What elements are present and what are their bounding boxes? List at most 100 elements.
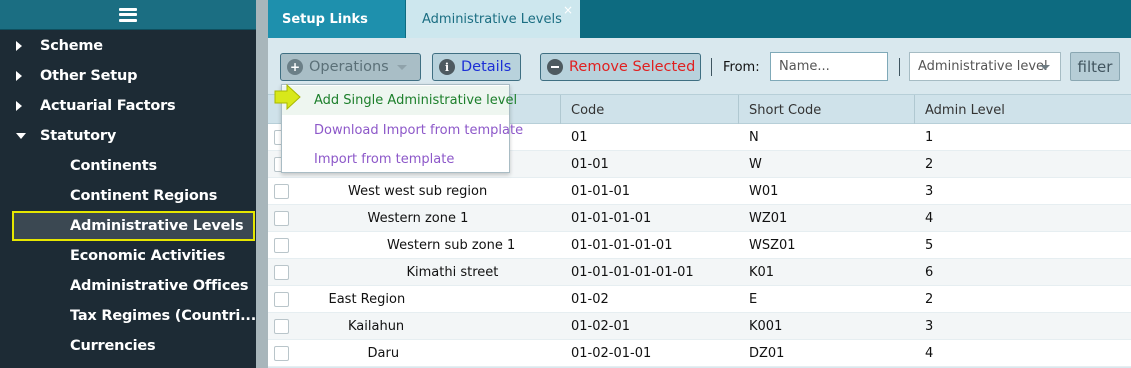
cell-short-code: WSZ01 (749, 238, 796, 253)
cell-admin-level: 4 (925, 346, 934, 361)
row-checkbox[interactable] (274, 346, 289, 361)
table-row[interactable]: Daru 01-02-01-01 DZ01 4 (268, 340, 1131, 367)
chevron-down-icon (396, 64, 407, 70)
sidebar-nav: Scheme Other Setup Actuarial Factors Sta… (0, 31, 256, 361)
cell-admin-level: 5 (925, 238, 934, 253)
sidebar-item-label: Statutory (40, 128, 117, 144)
row-checkbox[interactable] (274, 292, 289, 307)
table-row[interactable]: Western sub zone 1 01-01-01-01-01 WSZ01 5 (268, 232, 1131, 259)
cell-short-code: N (749, 130, 759, 145)
cell-short-code: WZ01 (749, 211, 788, 226)
row-checkbox[interactable] (274, 319, 289, 334)
remove-selected-button[interactable]: Remove Selected (540, 53, 701, 81)
menu-toggle-button[interactable] (0, 0, 256, 30)
sidebar-subitem-currencies[interactable]: Currencies (0, 331, 256, 361)
sidebar-item-label: Other Setup (40, 68, 138, 84)
sidebar-subitem-continent-regions[interactable]: Continent Regions (0, 181, 256, 211)
menu-item-download-import-template[interactable]: Download Import from template (282, 116, 523, 145)
filter-button[interactable]: filter (1070, 52, 1120, 81)
cell-name: Kailahun (348, 319, 405, 334)
minus-icon (547, 59, 563, 75)
filter-label: filter (1077, 57, 1113, 76)
cell-code: 01 (571, 130, 588, 145)
tab-label: Administrative Levels (422, 11, 562, 27)
cell-code: 01-01-01-01 (571, 211, 652, 226)
chevron-down-icon (16, 133, 32, 139)
table-row[interactable]: West west sub region 01-01-01 W01 3 (268, 178, 1131, 205)
cell-code: 01-01-01 (571, 184, 631, 199)
row-checkbox[interactable] (274, 211, 289, 226)
remove-selected-label: Remove Selected (569, 59, 696, 75)
name-search-input[interactable] (770, 52, 888, 81)
sidebar-item-statutory[interactable]: Statutory (0, 121, 256, 151)
cell-admin-level: 6 (925, 265, 934, 280)
operations-label: Operations (309, 59, 389, 75)
table-row[interactable]: Kailahun 01-02-01 K001 3 (268, 313, 1131, 340)
cell-short-code: E (749, 292, 758, 307)
column-header-short-code[interactable]: Short Code (738, 95, 914, 125)
chevron-right-icon (16, 71, 32, 81)
menu-item-add-single-administrative-level[interactable]: Add Single Administrative level (282, 86, 517, 115)
cell-admin-level: 4 (925, 211, 934, 226)
operations-button[interactable]: + Operations (280, 53, 421, 81)
sidebar-item-label: Actuarial Factors (40, 98, 176, 114)
toolbar-divider (711, 58, 712, 76)
cell-name: Kimathi street (406, 265, 499, 280)
table-row[interactable]: Western zone 1 01-01-01-01 WZ01 4 (268, 205, 1131, 232)
sidebar-item-actuarial-factors[interactable]: Actuarial Factors (0, 91, 256, 121)
column-header-admin-level[interactable]: Admin Level (914, 95, 1131, 125)
sidebar-item-other-setup[interactable]: Other Setup (0, 61, 256, 91)
row-checkbox[interactable] (274, 265, 289, 280)
cell-admin-level: 2 (925, 157, 934, 172)
cell-code: 01-01-01-01-01-01 (571, 265, 694, 280)
table-row[interactable]: Kimathi street 01-01-01-01-01-01 K01 6 (268, 259, 1131, 286)
sidebar-item-label: Scheme (40, 38, 103, 54)
row-checkbox[interactable] (274, 184, 289, 199)
cell-name: Western zone 1 (367, 211, 469, 226)
tab-administrative-levels[interactable]: Administrative Levels × (406, 0, 580, 38)
cell-short-code: W01 (749, 184, 779, 199)
cell-code: 01-02-01-01 (571, 346, 652, 361)
cell-short-code: K001 (749, 319, 783, 334)
cell-short-code: W (749, 157, 762, 172)
cell-admin-level: 3 (925, 319, 934, 334)
sidebar-subitem-label: Administrative Offices (70, 278, 249, 294)
details-label: Details (461, 59, 512, 75)
cell-short-code: K01 (749, 265, 775, 280)
cell-code: 01-02 (571, 292, 609, 307)
sidebar-subitem-continents[interactable]: Continents (0, 151, 256, 181)
details-button[interactable]: i Details (432, 53, 521, 81)
select-value: Administrative level (918, 59, 1048, 74)
toolbar-divider (899, 58, 900, 76)
pointer-arrow-icon (274, 83, 301, 111)
sidebar-item-scheme[interactable]: Scheme (0, 31, 256, 61)
sidebar-subitem-tax-regimes[interactable]: Tax Regimes (Countri... (0, 301, 256, 331)
administrative-level-select[interactable]: Administrative level (909, 52, 1061, 81)
sidebar-subitem-administrative-levels[interactable]: Administrative Levels (12, 211, 255, 241)
cell-short-code: DZ01 (749, 346, 785, 361)
cell-name: Western sub zone 1 (387, 238, 516, 253)
sidebar-splitter[interactable] (256, 0, 268, 368)
table-row[interactable]: East Region 01-02 E 2 (268, 286, 1131, 313)
column-header-code[interactable]: Code (560, 95, 738, 125)
sidebar-subitem-label: Economic Activities (70, 248, 226, 264)
cell-code: 01-01-01-01-01 (571, 238, 673, 253)
tab-label: Setup Links (282, 11, 368, 27)
from-label: From: (723, 60, 760, 75)
chevron-down-icon (1040, 65, 1050, 70)
sidebar-subitem-administrative-offices[interactable]: Administrative Offices (0, 271, 256, 301)
cell-name: West west sub region (348, 184, 488, 199)
info-icon: i (439, 59, 455, 75)
menu-item-import-from-template[interactable]: Import from template (282, 145, 509, 174)
sidebar-subitem-label: Continents (70, 158, 157, 174)
close-icon[interactable]: × (563, 3, 573, 17)
sidebar-subitem-label: Currencies (70, 338, 156, 354)
cell-admin-level: 2 (925, 292, 934, 307)
cell-name: East Region (328, 292, 406, 307)
tab-setup-links[interactable]: Setup Links (268, 0, 405, 38)
cell-name: Daru (367, 346, 400, 361)
operations-menu: Add Single Administrative level Download… (281, 84, 523, 174)
chevron-right-icon (16, 41, 32, 51)
row-checkbox[interactable] (274, 238, 289, 253)
sidebar-subitem-economic-activities[interactable]: Economic Activities (0, 241, 256, 271)
